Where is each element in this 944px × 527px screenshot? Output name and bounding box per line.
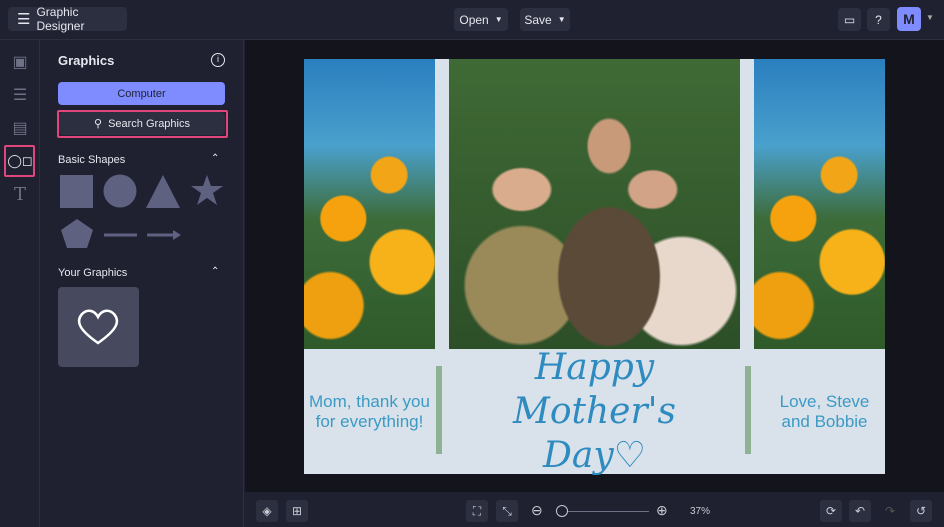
flowers-photo-right[interactable] [754, 59, 885, 349]
undo-icon[interactable]: ↶ [849, 500, 871, 522]
fit-screen-icon[interactable]: ⛶ [466, 500, 488, 522]
poster[interactable]: Mom, thank you for everything! Happy Mot… [304, 59, 885, 476]
open-button[interactable]: Open ▼ [454, 8, 508, 31]
left-message[interactable]: Mom, thank you for everything! [304, 349, 435, 474]
image-icon[interactable]: ▣ [8, 50, 32, 74]
open-label: Open [459, 12, 489, 27]
divider-bar [436, 366, 442, 454]
heart-graphic-tile[interactable] [58, 287, 139, 367]
bottom-toolbar: ◈ ⊞ ⛶ ⤡ ⊖ ⊕ 37% ⟳ ↶ ↷ ↺ [245, 492, 944, 527]
adjustments-icon[interactable]: ☰ [8, 83, 32, 107]
hamburger-icon: ☰ [17, 11, 31, 28]
chevron-down-icon: ▼ [494, 15, 503, 24]
help-button[interactable]: ? [867, 8, 890, 31]
chevron-down-icon[interactable]: ▼ [926, 13, 934, 22]
headline-line-1: Happy Mother's [512, 346, 677, 432]
search-highlight [57, 110, 228, 138]
panel-title: Graphics [58, 53, 115, 68]
comment-button[interactable]: ▭ [838, 8, 861, 31]
text-icon[interactable]: T [8, 182, 32, 206]
graphics-panel: Graphics i Computer ⚲ Search Graphics Bas… [41, 40, 244, 527]
comment-icon: ▭ [843, 12, 856, 27]
top-bar: ☰ Graphic Designer Open ▼ Save ▼ ▭ ? M ▼ [0, 0, 944, 40]
divider-bar [745, 366, 751, 454]
basic-shapes-grid [60, 174, 223, 248]
help-icon: ? [875, 12, 882, 27]
heart-icon [77, 309, 119, 345]
zoom-slider[interactable] [557, 511, 649, 512]
collapse-icon[interactable]: ⌃ [211, 266, 219, 277]
right-message[interactable]: Love, Steve and Bobbie [764, 349, 885, 474]
triangle-shape[interactable] [146, 175, 180, 208]
zoom-level[interactable]: 37% [682, 502, 718, 520]
zoom-in-icon[interactable]: ⊕ [656, 502, 668, 519]
computer-button[interactable]: Computer [58, 82, 225, 105]
save-label: Save [524, 12, 552, 27]
layers-icon[interactable]: ◈ [256, 500, 278, 522]
layout-icon[interactable]: ▤ [8, 116, 32, 140]
collapse-icon[interactable]: ⌃ [211, 153, 219, 164]
info-icon[interactable]: i [211, 53, 225, 67]
zoom-out-icon[interactable]: ⊖ [531, 502, 543, 519]
grid-icon[interactable]: ⊞ [286, 500, 308, 522]
chevron-down-icon: ▼ [557, 15, 566, 24]
app-title: Graphic Designer [36, 5, 85, 33]
menu-button[interactable]: ☰ Graphic Designer [8, 5, 127, 33]
avatar-initial: M [903, 11, 915, 27]
square-shape[interactable] [60, 175, 93, 208]
pentagon-shape[interactable] [61, 219, 93, 248]
family-photo[interactable] [449, 59, 740, 349]
headline-line-2: Day♡ [543, 434, 646, 476]
basic-shapes-heading: Basic Shapes [58, 154, 126, 166]
your-graphics-heading: Your Graphics [58, 267, 128, 279]
redo-icon[interactable]: ↷ [879, 500, 901, 522]
tool-rail: ▣ ☰ ▤ ◯◻ T [0, 40, 40, 527]
history-icon[interactable]: ↺ [910, 500, 932, 522]
star-shape[interactable] [191, 175, 223, 205]
sync-icon[interactable]: ⟳ [820, 500, 842, 522]
save-button[interactable]: Save ▼ [520, 8, 570, 31]
graphics-highlight [4, 145, 35, 177]
shrink-icon[interactable]: ⤡ [496, 500, 518, 522]
headline[interactable]: Happy Mother's Day♡ [449, 346, 740, 476]
avatar[interactable]: M [897, 7, 921, 31]
flowers-photo-left[interactable] [304, 59, 435, 349]
circle-shape[interactable] [103, 174, 137, 208]
zoom-slider-handle[interactable] [556, 505, 568, 517]
computer-label: Computer [117, 87, 166, 100]
